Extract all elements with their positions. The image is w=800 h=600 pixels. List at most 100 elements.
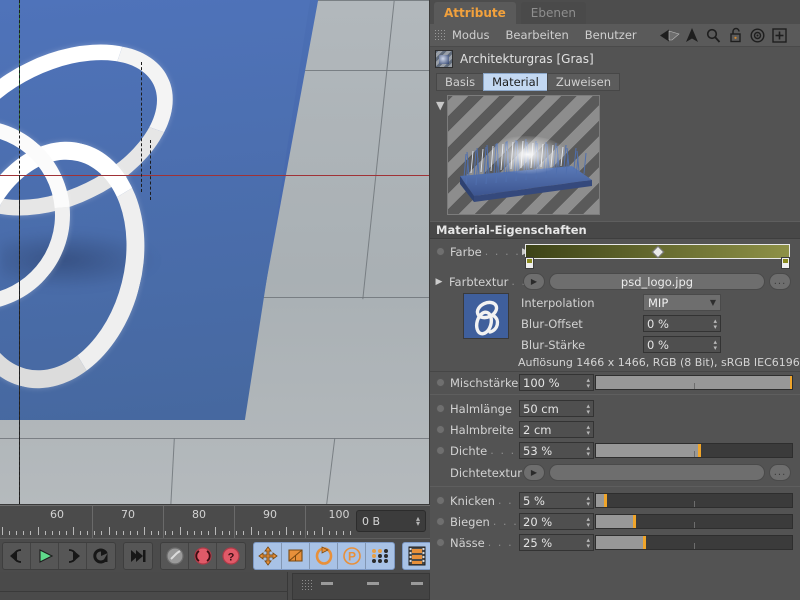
target-icon[interactable] (747, 25, 769, 45)
row-naesse[interactable]: Nässe . . . . . . 25 % ▴▾ (430, 532, 800, 553)
animate-dot-icon[interactable] (436, 538, 445, 547)
grip-icon[interactable] (434, 29, 447, 42)
parameter-icon[interactable]: P (338, 543, 366, 569)
timeline-ruler[interactable]: 60708090100 (0, 506, 352, 539)
row-dichtetextur[interactable]: Dichtetextur ▶ ... (430, 462, 800, 483)
stepper-icon[interactable]: ▴▾ (713, 339, 717, 351)
dichtetextur-play-button[interactable]: ▶ (523, 464, 545, 481)
window-tabbar[interactable]: AttributeEbenen (430, 0, 800, 24)
collapse-caret-icon[interactable]: ▼ (436, 99, 444, 112)
slider-knob[interactable] (643, 536, 646, 549)
gradient-knob[interactable] (651, 245, 664, 258)
knicken-slider[interactable] (595, 493, 793, 508)
animate-dot-icon[interactable] (436, 446, 445, 455)
stepper-icon[interactable]: ▴▾ (416, 516, 420, 526)
animate-dot-icon[interactable] (436, 404, 445, 413)
row-farbtextur[interactable]: ▶ Farbtextur . . ▶ psd_logo.jpg ... (430, 271, 800, 292)
row-mischstaerke[interactable]: Mischstärke 100 % ▴▾ (430, 372, 800, 393)
animate-dot-icon[interactable] (436, 517, 445, 526)
bottom-toolbar[interactable]: ?P (0, 538, 430, 572)
stepper-icon[interactable]: ▴▾ (713, 318, 717, 330)
move-icon[interactable] (254, 543, 282, 569)
dichtetextur-field[interactable] (549, 464, 765, 481)
subtab-zuweisen[interactable]: Zuweisen (547, 73, 620, 91)
halmlaenge-field[interactable]: 50 cm ▴▾ (519, 400, 594, 417)
row-halmlaenge[interactable]: Halmlänge 50 cm ▴▾ (430, 398, 800, 419)
farbtextur-field[interactable]: psd_logo.jpg (549, 273, 765, 290)
search-icon[interactable] (703, 25, 725, 45)
help-icon[interactable]: ? (217, 543, 245, 569)
play-icon[interactable] (31, 543, 59, 569)
stepper-icon[interactable]: ▴▾ (586, 516, 590, 528)
biegen-field[interactable]: 20 % ▴▾ (519, 513, 594, 530)
menu-item-modus[interactable]: Modus (452, 28, 490, 42)
animate-dot-icon[interactable] (436, 425, 445, 434)
stepper-icon[interactable]: ▴▾ (586, 377, 590, 389)
row-interpolation[interactable]: Interpolation MIP ▼ (430, 292, 800, 313)
object-manager-sliver[interactable] (0, 572, 288, 600)
timeline[interactable]: 60708090100 0 B ▴▾ (0, 505, 430, 538)
row-blur-staerke[interactable]: Blur‑Stärke 0 % ▴▾ (430, 334, 800, 355)
slider-knob[interactable] (604, 494, 607, 507)
up-arrow-icon[interactable] (681, 25, 703, 45)
attribute-subtabs[interactable]: BasisMaterialZuweisen (430, 71, 800, 93)
slider-knob[interactable] (790, 376, 793, 389)
add-box-icon[interactable] (769, 25, 791, 45)
gradient-stop-left[interactable] (525, 257, 534, 269)
blur-staerke-field[interactable]: 0 % ▴▾ (643, 336, 721, 353)
row-farbe[interactable]: Farbe . . . . ▶ (430, 241, 800, 262)
rotate-icon[interactable] (310, 543, 338, 569)
stepper-icon[interactable]: ▴▾ (586, 424, 590, 436)
halmbreite-field[interactable]: 2 cm ▴▾ (519, 421, 594, 438)
naesse-field[interactable]: 25 % ▴▾ (519, 534, 594, 551)
autokey-icon[interactable] (161, 543, 189, 569)
toolbar-group-next-keyframe[interactable] (123, 542, 153, 570)
row-biegen[interactable]: Biegen . . . . . 20 % ▴▾ (430, 511, 800, 532)
frame-field[interactable]: 0 B ▴▾ (356, 510, 426, 532)
slider-knob[interactable] (633, 515, 636, 528)
mischstaerke-slider[interactable] (595, 375, 793, 390)
skip-forward-icon[interactable] (124, 543, 152, 569)
window-tab-attribute[interactable]: Attribute (434, 2, 516, 24)
row-knicken[interactable]: Knicken . . . . 5 % ▴▾ (430, 490, 800, 511)
gradient-stop-right[interactable] (781, 257, 790, 269)
menu-item-benutzer[interactable]: Benutzer (585, 28, 637, 42)
slider-knob[interactable] (698, 444, 701, 457)
scale-icon[interactable] (282, 543, 310, 569)
row-halmbreite[interactable]: Halmbreite 2 cm ▴▾ (430, 419, 800, 440)
toolbar-group-playback[interactable] (2, 542, 116, 570)
mischstaerke-field[interactable]: 100 % ▴▾ (519, 374, 594, 391)
loop-icon[interactable] (87, 543, 115, 569)
blur-offset-field[interactable]: 0 % ▴▾ (643, 315, 721, 332)
naesse-slider[interactable] (595, 535, 793, 550)
dichtetextur-browse-button[interactable]: ... (769, 464, 791, 481)
toolbar-group-transform-tools[interactable]: P (253, 542, 395, 570)
back-arrow-icon[interactable] (659, 25, 681, 45)
stepper-icon[interactable]: ▴▾ (586, 537, 590, 549)
go-to-start-icon[interactable] (3, 543, 31, 569)
menu-item-bearbeiten[interactable]: Bearbeiten (506, 28, 569, 42)
subtab-basis[interactable]: Basis (436, 73, 484, 91)
record-keyframe-icon[interactable] (189, 543, 217, 569)
knicken-field[interactable]: 5 % ▴▾ (519, 492, 594, 509)
material-preview[interactable] (447, 95, 600, 215)
attribute-menubar[interactable]: Modus Bearbeiten Benutzer (430, 24, 800, 47)
3d-viewport[interactable] (0, 0, 430, 505)
texture-play-button[interactable]: ▶ (523, 273, 545, 290)
go-to-end-icon[interactable] (59, 543, 87, 569)
points-icon[interactable] (366, 543, 394, 569)
window-tab-ebenen[interactable]: Ebenen (521, 2, 586, 24)
stepper-icon[interactable]: ▴▾ (586, 445, 590, 457)
material-row[interactable] (299, 577, 427, 590)
subtab-material[interactable]: Material (483, 73, 548, 91)
animate-dot-icon[interactable] (436, 378, 445, 387)
farbtextur-browse-button[interactable]: ... (769, 273, 791, 290)
expand-caret-icon[interactable]: ▶ (434, 277, 444, 287)
dichte-field[interactable]: 53 % ▴▾ (519, 442, 594, 459)
animate-dot-icon[interactable] (436, 496, 445, 505)
biegen-slider[interactable] (595, 514, 793, 529)
animate-dot-icon[interactable] (436, 247, 445, 256)
row-dichte[interactable]: Dichte . . . . . 53 % ▴▾ (430, 440, 800, 461)
interpolation-select[interactable]: MIP ▼ (643, 294, 721, 311)
toolbar-group-render-view[interactable] (402, 542, 432, 570)
